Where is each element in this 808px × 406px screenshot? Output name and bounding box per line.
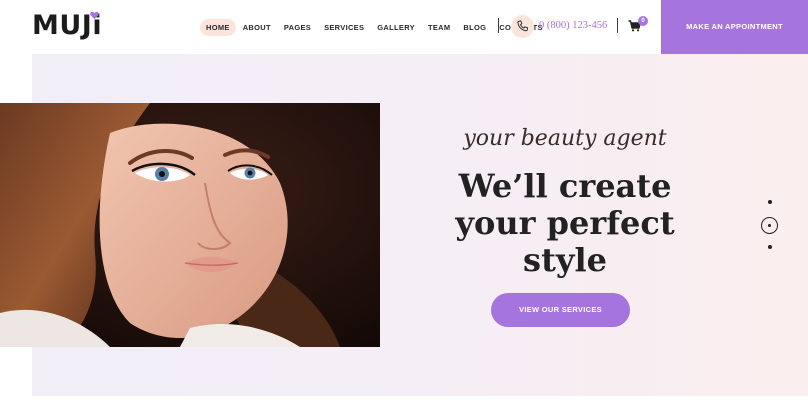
- cart-count-badge: 0: [638, 16, 648, 26]
- view-services-button[interactable]: VIEW OUR SERVICES: [491, 293, 630, 327]
- slider-dot-1[interactable]: [768, 200, 772, 204]
- nav-about[interactable]: ABOUT: [237, 19, 277, 36]
- nav-services[interactable]: SERVICES: [318, 19, 370, 36]
- hero-headline: We’ll create your perfect style: [440, 168, 690, 279]
- heart-icon: [90, 11, 99, 20]
- headline-line: style: [523, 241, 607, 279]
- slider-dot-2-active[interactable]: [761, 217, 778, 234]
- divider: [498, 18, 499, 33]
- nav-pages[interactable]: PAGES: [278, 19, 317, 36]
- nav-blog[interactable]: BLOG: [457, 19, 492, 36]
- site-header: MUJi HOME ABOUT PAGES SERVICES GALLERY T…: [0, 0, 808, 54]
- nav-gallery[interactable]: GALLERY: [371, 19, 421, 36]
- nav-home[interactable]: HOME: [200, 18, 236, 36]
- headline-line: We’ll create: [458, 167, 672, 205]
- phone-icon[interactable]: [511, 15, 534, 38]
- phone-number[interactable]: 0 (800) 123-456: [539, 20, 607, 31]
- make-appointment-button[interactable]: MAKE AN APPOINTMENT: [661, 0, 808, 54]
- nav-team[interactable]: TEAM: [422, 19, 456, 36]
- slider-dot-3[interactable]: [768, 245, 772, 249]
- headline-line: your perfect: [455, 204, 675, 242]
- hero-image: [0, 103, 380, 347]
- hero-tagline: your beauty agent: [463, 126, 667, 151]
- divider: [617, 18, 618, 33]
